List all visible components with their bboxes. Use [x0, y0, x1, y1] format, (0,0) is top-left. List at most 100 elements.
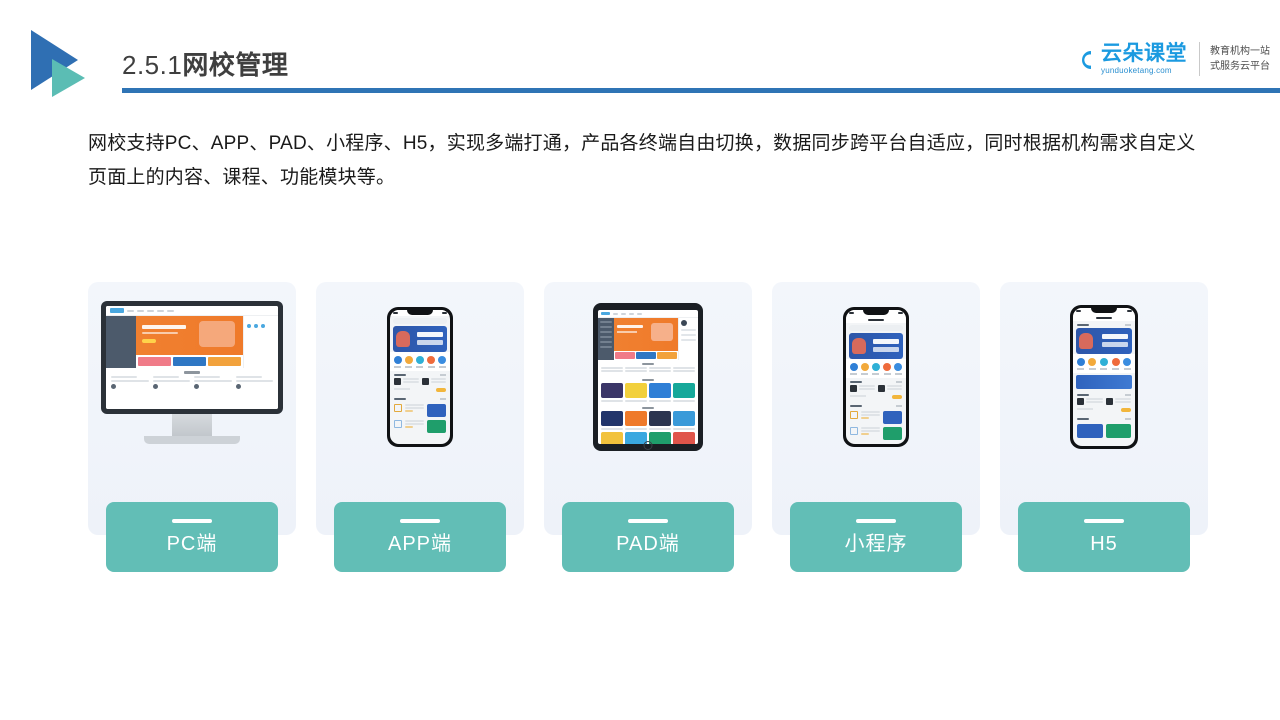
- tablet-tile: [625, 383, 647, 398]
- page-title-number: 2.5.1: [122, 50, 183, 80]
- triangle-teal-shape: [52, 59, 85, 97]
- device-card-app[interactable]: APP端: [316, 282, 524, 572]
- app-grid-item: [415, 356, 424, 368]
- app-hero-banner: [849, 333, 903, 359]
- card-label-text: PC端: [166, 532, 218, 555]
- phone-notch: [1091, 308, 1117, 313]
- tablet-nav-item: [613, 312, 618, 315]
- device-illustration-smartphone: [772, 282, 980, 472]
- device-card-pad[interactable]: PAD端: [544, 282, 752, 572]
- app-teacher-item: [850, 385, 875, 392]
- page-header: 2.5.1网校管理 云朵课堂 yunduoketang.com 教育机构一站 式…: [0, 0, 1280, 110]
- banner-title: [1102, 334, 1128, 339]
- device-card-pc[interactable]: PC端: [88, 282, 296, 572]
- web-hero-subtitle: [142, 332, 178, 334]
- tablet-section-heading: [598, 404, 698, 411]
- phone-notch: [407, 310, 433, 315]
- app-grid-item: [1099, 358, 1108, 370]
- brand-logo: 云朵课堂 yunduoketang.com: [1069, 36, 1187, 82]
- app-grid-item: [894, 363, 903, 375]
- app-search-bar: [393, 318, 447, 324]
- web-main: [136, 316, 243, 368]
- device-card-miniprogram[interactable]: 小程序: [772, 282, 980, 572]
- h5-bottom-card: [1105, 424, 1131, 438]
- app-teacher-item: [1077, 398, 1103, 405]
- tablet-home-button: [643, 441, 653, 450]
- tablet-tile-grid: [598, 383, 698, 400]
- phone-display: [390, 310, 450, 444]
- title-underline-rule: [122, 88, 1280, 93]
- app-grid-item: [883, 363, 892, 375]
- card-label-text: 小程序: [844, 532, 908, 555]
- web-hero-title: [142, 325, 186, 329]
- app-teacher-item: [421, 378, 446, 385]
- app-course-list: [846, 409, 906, 444]
- h5-brand-row: [1073, 321, 1135, 328]
- web-quick-link-dot: [261, 324, 265, 328]
- card-label-text: H5: [1090, 532, 1118, 555]
- app-price-row: [390, 385, 450, 395]
- banner-subtitle: [873, 347, 899, 352]
- web-course-item: [235, 376, 273, 389]
- device-card-h5[interactable]: H5: [1000, 282, 1208, 572]
- app-price-row: [846, 392, 906, 402]
- card-label-h5[interactable]: H5: [1018, 502, 1190, 572]
- web-nav-item: [127, 309, 134, 312]
- web-course-list: [106, 376, 278, 389]
- card-label-pad[interactable]: PAD端: [562, 502, 734, 572]
- web-nav-item: [167, 309, 174, 312]
- web-quick-link-dot: [247, 324, 251, 328]
- app-grid-item: [427, 356, 436, 368]
- double-triangle-logo-icon: [31, 30, 101, 98]
- brand-wordmark: 云朵课堂 yunduoketang.com: [1101, 43, 1187, 75]
- tablet-hero-banner: [614, 318, 678, 351]
- app-grid-item: [393, 356, 402, 368]
- tablet-promo-card: [636, 352, 656, 359]
- page-title: 2.5.1网校管理: [122, 48, 288, 82]
- tablet-promo-card: [657, 352, 677, 359]
- tablet-logo-icon: [601, 312, 610, 315]
- web-hero-illustration: [199, 321, 235, 347]
- app-icon-grid: [390, 352, 450, 371]
- web-body: [106, 316, 278, 368]
- card-label-app[interactable]: APP端: [334, 502, 506, 572]
- tablet-tile: [649, 383, 671, 398]
- tablet-tile: [649, 432, 671, 444]
- h5-title-bar: [1073, 314, 1135, 321]
- app-teacher-item: [394, 378, 419, 385]
- web-quick-link-dot: [254, 324, 258, 328]
- app-grid-item: [404, 356, 413, 368]
- card-label-text: PAD端: [616, 532, 680, 555]
- card-label-text: APP端: [387, 532, 453, 555]
- banner-character: [1079, 333, 1093, 349]
- smartphone-icon: [843, 307, 909, 447]
- web-promo-strip: [136, 355, 243, 368]
- monitor-stand-base: [144, 436, 240, 444]
- card-label-pc[interactable]: PC端: [106, 502, 278, 572]
- tablet-tile: [601, 383, 623, 398]
- card-label-miniprogram[interactable]: 小程序: [790, 502, 962, 572]
- phone-display: [846, 310, 906, 444]
- tablet-nav-item: [637, 312, 642, 315]
- monitor-icon: [101, 301, 283, 453]
- brand-lockup: 云朵课堂 yunduoketang.com 教育机构一站 式服务云平台: [1069, 36, 1270, 82]
- tablet-nav-item: [621, 312, 626, 315]
- app-grid-item: [860, 363, 869, 375]
- tablet-tile: [601, 432, 623, 444]
- tablet-tile: [673, 383, 695, 398]
- web-hero-banner: [136, 316, 243, 355]
- app-grid-item: [849, 363, 858, 375]
- monitor-display: [106, 306, 278, 409]
- app-grid-item: [1088, 358, 1097, 370]
- tablet-promo-strip: [614, 351, 678, 360]
- tablet-body: [598, 318, 698, 360]
- h5-bottom-cards: [1073, 422, 1135, 440]
- app-section-header: [846, 402, 906, 409]
- tablet-section-heading: [598, 360, 698, 367]
- brand-name-cn: 云朵课堂: [1101, 42, 1187, 65]
- monitor-bezel: [101, 301, 283, 414]
- app-section-header: [390, 371, 450, 378]
- app-course-item: [850, 427, 902, 440]
- label-dash: [856, 518, 896, 523]
- device-card-row: PC端 APP端 PAD端 小程序 H5: [88, 282, 1208, 572]
